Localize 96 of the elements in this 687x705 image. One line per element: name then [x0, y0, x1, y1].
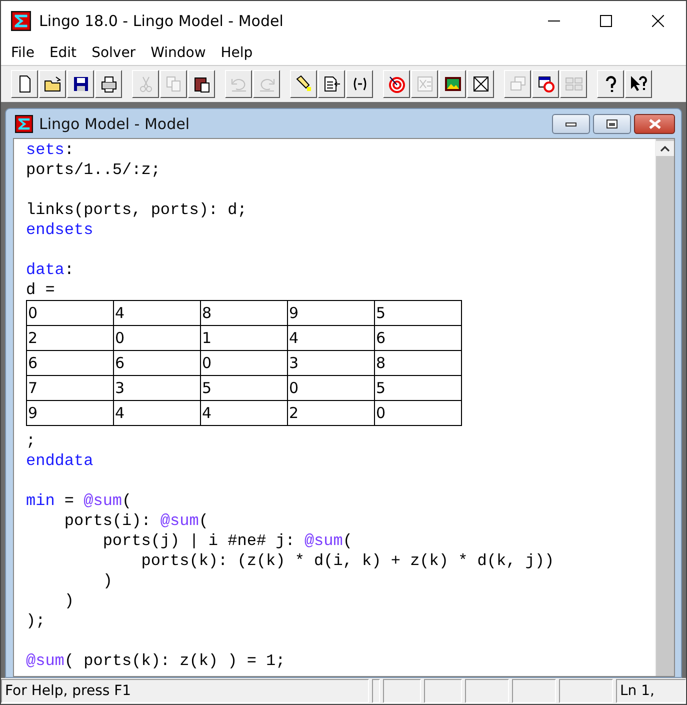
table-cell: 3: [288, 350, 374, 376]
table-cell: 2: [288, 400, 374, 426]
menu-item[interactable]: File: [11, 45, 34, 61]
table-cell: 9: [288, 300, 374, 326]
toolbar-button[interactable]: [188, 70, 215, 98]
code-line: enddata: [26, 451, 94, 471]
table-cell: 8: [200, 300, 288, 326]
toolbar-button[interactable]: [318, 70, 345, 98]
table-cell: 0: [200, 350, 288, 376]
code-line: min = @sum(: [26, 491, 133, 511]
menu-item[interactable]: Help: [220, 45, 253, 61]
table-cell: 4: [200, 400, 288, 426]
save-icon: [72, 75, 90, 93]
status-text: For Help, press F1: [1, 679, 369, 703]
menu-item[interactable]: Solver: [92, 45, 136, 61]
status-pane: [559, 679, 613, 703]
code-line: @sum( ports(k): z(k) ) = 1;: [26, 651, 286, 671]
sigma-logo-icon: [15, 114, 33, 132]
toolbar-button[interactable]: [383, 70, 410, 98]
cursor-position: Ln 1,: [616, 679, 686, 703]
table-cell: 4: [288, 326, 374, 350]
minimize-icon: [565, 120, 577, 126]
printer-icon: [100, 75, 118, 93]
table-cell: 5: [374, 376, 462, 400]
table-cell: 0: [374, 400, 462, 426]
restore-button[interactable]: [593, 114, 631, 134]
toolbar-button[interactable]: [467, 70, 494, 98]
status-pane: [383, 679, 421, 703]
table-cell: 4: [114, 400, 200, 426]
paste-icon: [192, 75, 210, 93]
toolbar-button[interactable]: [625, 70, 652, 98]
code-line: endsets: [26, 220, 94, 240]
close-icon[interactable]: [652, 15, 664, 27]
code-line: ): [63, 591, 76, 611]
menu-item[interactable]: Window: [150, 45, 206, 61]
table-cell: 6: [26, 350, 114, 376]
target-icon: [388, 75, 406, 93]
toolbar-button[interactable]: [532, 70, 559, 98]
code-line: ports(i): @sum(: [63, 511, 210, 531]
maximize-icon[interactable]: [600, 15, 612, 27]
vertical-scrollbar[interactable]: [655, 139, 674, 676]
toolbar-button[interactable]: [290, 70, 317, 98]
code-line: ): [102, 571, 114, 591]
restore-icon: [606, 118, 618, 128]
code-line: links(ports, ports): d;: [26, 200, 248, 220]
context-help-icon: [630, 75, 648, 93]
status-pane: [512, 679, 556, 703]
table-cell: 6: [374, 326, 462, 350]
menu-item[interactable]: Edit: [49, 45, 77, 61]
table-cell: 5: [374, 300, 462, 326]
status-pane: [372, 679, 380, 703]
toolbar-button[interactable]: [67, 70, 94, 98]
minimize-button[interactable]: [552, 114, 590, 134]
table-cell: 5: [200, 376, 288, 400]
copy-icon: [164, 75, 182, 93]
code-line: ports(k): (z(k) * d(i, k) + z(k) * d(k, j)): [140, 551, 556, 571]
open-folder-icon: [44, 75, 62, 93]
window-title: Lingo 18.0 - Lingo Model - Model: [39, 12, 284, 30]
toolbar-button[interactable]: [95, 70, 122, 98]
code-line: ports/1..5/:z;: [26, 160, 162, 180]
tile-icon: [564, 75, 582, 93]
table-cell: 8: [374, 350, 462, 376]
close-icon: [648, 118, 662, 128]
code-line: d =: [26, 280, 56, 300]
table-cell: 2: [26, 326, 114, 350]
toolbar-button[interactable]: [39, 70, 66, 98]
go-to-line-icon: [322, 75, 340, 93]
toolbar-button[interactable]: [597, 70, 624, 98]
code-line: data:: [26, 260, 76, 280]
picture-icon: [444, 75, 462, 93]
table-cell: 7: [26, 376, 114, 400]
table-cell: 0: [114, 326, 200, 350]
table-cell: 1: [200, 326, 288, 350]
status-pane: [465, 679, 509, 703]
table-cell: 6: [114, 350, 200, 376]
toolbar-button[interactable]: [11, 70, 38, 98]
toolbar-button[interactable]: [439, 70, 466, 98]
table-cell: 0: [26, 300, 114, 326]
table-cell: 4: [114, 300, 200, 326]
close-button[interactable]: [634, 114, 675, 134]
code-line: ports(j) | i #ne# j: @sum(: [102, 531, 354, 551]
code-line: sets:: [26, 140, 76, 160]
code-line: ;: [26, 431, 37, 451]
table-cell: 9: [26, 400, 114, 426]
scroll-up-icon[interactable]: [656, 141, 674, 156]
window-stop-icon: [536, 75, 554, 93]
document-title: Lingo Model - Model: [39, 114, 190, 132]
code-line: );: [26, 611, 46, 631]
table-cell: 3: [114, 376, 200, 400]
sigma-logo-icon: [11, 11, 31, 31]
matrix-icon: [416, 75, 434, 93]
table-cell: 0: [288, 376, 374, 400]
windows-icon: [508, 75, 526, 93]
close-box-icon: [472, 75, 490, 93]
toolbar-button[interactable]: [346, 70, 373, 98]
status-pane: [424, 679, 462, 703]
